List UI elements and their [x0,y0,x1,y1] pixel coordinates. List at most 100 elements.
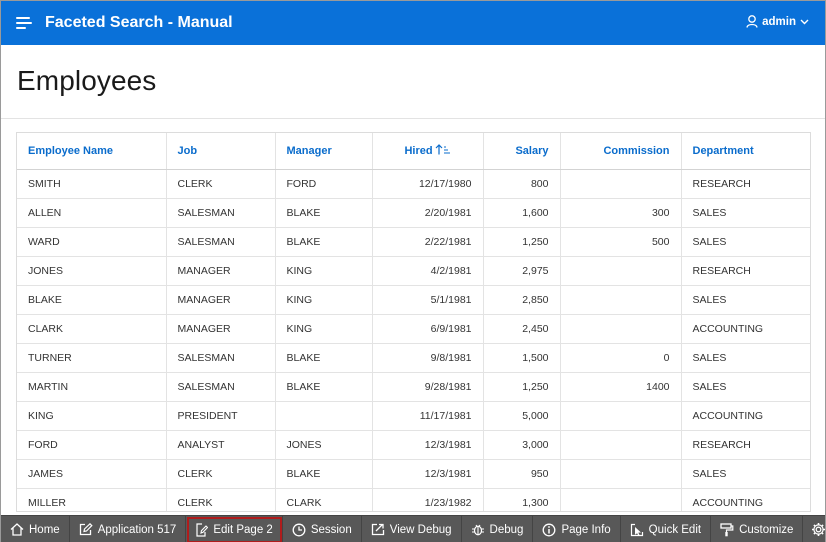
cell-employee-name: MARTIN [17,372,167,402]
menu-icon[interactable] [16,17,32,29]
cell-employee-name: KING [17,401,167,431]
cell-manager: BLAKE [275,372,373,402]
edit-page-button[interactable]: Edit Page 2 [186,515,283,542]
cell-commission [560,256,682,286]
column-header-hired[interactable]: Hired [372,133,484,170]
bug-icon [471,523,490,536]
cell-employee-name: ALLEN [17,198,167,228]
table-row: KING PRESIDENT 11/17/1981 5,000 ACCOUNTING [17,401,810,431]
view-debug-button[interactable]: View Debug [362,515,462,542]
user-name: admin [762,15,796,28]
table-row: ALLEN SALESMAN BLAKE 2/20/1981 1,600 300 SALES [17,198,810,228]
column-header-employee-name[interactable]: Employee Name [17,133,167,170]
cell-department: RESEARCH [681,256,810,286]
debug-button[interactable]: Debug [462,515,534,542]
cell-job: MANAGER [166,285,276,315]
customize-label: Customize [739,523,794,536]
edit-page-icon [195,522,213,537]
cell-manager: BLAKE [275,459,373,489]
cell-job: PRESIDENT [166,401,276,431]
column-header-manager[interactable]: Manager [275,133,373,170]
cell-hired: 1/23/1982 [372,488,484,511]
cell-manager: KING [275,314,373,344]
application-label: Application 517 [97,523,177,536]
debug-label: Debug [489,523,524,536]
page-title: Employees [17,65,157,96]
cell-job: SALESMAN [166,227,276,257]
cell-department: SALES [681,227,810,257]
cell-employee-name: WARD [17,227,167,257]
cell-manager [275,401,373,431]
cell-job: MANAGER [166,314,276,344]
clock-icon [292,523,311,537]
cell-job: CLERK [166,459,276,489]
cell-manager: BLAKE [275,227,373,257]
cell-commission: 0 [560,343,682,373]
sort-ascending-icon [435,143,451,158]
quick-edit-icon [630,523,649,537]
cell-department: SALES [681,343,810,373]
paint-roller-icon [720,522,739,537]
cell-commission [560,430,682,460]
table-row: WARD SALESMAN BLAKE 2/22/1981 1,250 500 SALES [17,227,810,257]
cell-hired: 4/2/1981 [372,256,484,286]
gear-icon [811,522,826,537]
cell-hired: 12/3/1981 [372,430,484,460]
cell-hired: 9/28/1981 [372,372,484,402]
cell-commission [560,401,682,431]
quick-edit-label: Quick Edit [648,523,702,536]
report-table: Employee Name Job Manager Hired Salary C… [17,133,810,511]
cell-commission [560,314,682,344]
cell-job: ANALYST [166,430,276,460]
customize-button[interactable]: Customize [711,515,804,542]
cell-salary: 800 [483,169,561,199]
cell-commission [560,459,682,489]
cell-hired: 12/3/1981 [372,459,484,489]
column-header-salary[interactable]: Salary [483,133,561,170]
user-menu[interactable]: admin [746,15,809,28]
cell-salary: 1,300 [483,488,561,511]
table-row: JAMES CLERK BLAKE 12/3/1981 950 SALES [17,459,810,489]
cell-employee-name: JONES [17,256,167,286]
table-header-row: Employee Name Job Manager Hired Salary C… [17,133,810,170]
cell-employee-name: FORD [17,430,167,460]
cell-commission [560,488,682,511]
cell-salary: 2,850 [483,285,561,315]
column-header-hired-label: Hired [404,144,433,157]
cell-salary: 5,000 [483,401,561,431]
home-button[interactable]: Home [1,515,70,542]
cell-manager: FORD [275,169,373,199]
cell-department: ACCOUNTING [681,401,810,431]
cell-hired: 2/20/1981 [372,198,484,228]
cell-job: SALESMAN [166,198,276,228]
column-header-department[interactable]: Department [681,133,810,170]
cell-salary: 1,250 [483,227,561,257]
cell-salary: 1,600 [483,198,561,228]
employees-report: Employee Name Job Manager Hired Salary C… [16,132,811,512]
cell-department: SALES [681,459,810,489]
cell-manager: CLARK [275,488,373,511]
page-info-button[interactable]: Page Info [533,515,621,542]
application-button[interactable]: Application 517 [70,515,187,542]
table-row: SMITH CLERK FORD 12/17/1980 800 RESEARCH [17,169,810,199]
app-title[interactable]: Faceted Search - Manual [45,14,233,32]
cell-commission: 500 [560,227,682,257]
column-header-job[interactable]: Job [166,133,276,170]
table-row: MARTIN SALESMAN BLAKE 9/28/1981 1,250 1400 SAL… [17,372,810,402]
settings-button[interactable] [803,516,826,542]
cell-commission [560,169,682,199]
cell-employee-name: MILLER [17,488,167,511]
table-row: TURNER SALESMAN BLAKE 9/8/1981 1,500 0 SALES [17,343,810,373]
developer-toolbar: Home Application 517 Edit Page 2 Session… [1,515,826,542]
cell-manager: BLAKE [275,198,373,228]
table-row: BLAKE MANAGER KING 5/1/1981 2,850 SALES [17,285,810,315]
cell-salary: 1,500 [483,343,561,373]
cell-hired: 9/8/1981 [372,343,484,373]
table-row: JONES MANAGER KING 4/2/1981 2,975 RESEARCH [17,256,810,286]
quick-edit-button[interactable]: Quick Edit [621,515,712,542]
column-header-commission[interactable]: Commission [560,133,682,170]
cell-salary: 1,250 [483,372,561,402]
cell-manager: JONES [275,430,373,460]
chevron-down-icon [800,19,809,25]
session-button[interactable]: Session [283,515,362,542]
